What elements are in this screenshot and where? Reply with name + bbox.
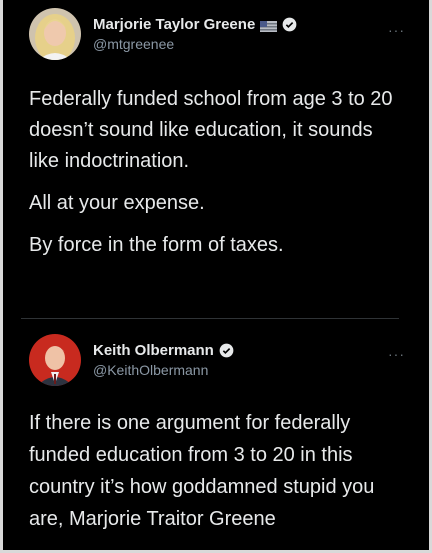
handle[interactable]: @KeithOlbermann bbox=[93, 362, 234, 378]
tweet-text: Federally funded school from age 3 to 20… bbox=[29, 84, 405, 272]
screenshot-frame: Marjorie Taylor Greene @mtgreenee ··· Fe… bbox=[0, 0, 432, 553]
tweet-paragraph: By force in the form of taxes. bbox=[29, 234, 284, 256]
verified-badge-icon bbox=[219, 343, 234, 358]
avatar[interactable] bbox=[29, 8, 81, 60]
us-flag-icon bbox=[260, 19, 278, 32]
tweet-divider bbox=[21, 318, 399, 319]
more-options-icon[interactable]: ··· bbox=[388, 22, 405, 38]
tweet-olbermann[interactable]: Keith Olbermann @KeithOlbermann ··· If t… bbox=[3, 320, 429, 553]
display-name[interactable]: Marjorie Taylor Greene bbox=[93, 16, 255, 33]
tweet-text: If there is one argument for federally f… bbox=[29, 407, 405, 546]
tweet-paragraph: Federally funded school from age 3 to 20… bbox=[29, 88, 393, 172]
avatar[interactable] bbox=[29, 334, 81, 386]
handle[interactable]: @mtgreenee bbox=[93, 36, 297, 52]
verified-badge-icon bbox=[282, 17, 297, 32]
tweet-paragraph: If there is one argument for federally f… bbox=[29, 412, 375, 530]
tweet-header: Keith Olbermann @KeithOlbermann bbox=[29, 334, 234, 386]
more-options-icon[interactable]: ··· bbox=[388, 346, 405, 362]
tweet-mtg[interactable]: Marjorie Taylor Greene @mtgreenee ··· Fe… bbox=[3, 0, 429, 318]
tweet-paragraph: All at your expense. bbox=[29, 192, 205, 214]
display-name[interactable]: Keith Olbermann bbox=[93, 342, 214, 359]
tweet-header: Marjorie Taylor Greene @mtgreenee bbox=[29, 8, 297, 60]
